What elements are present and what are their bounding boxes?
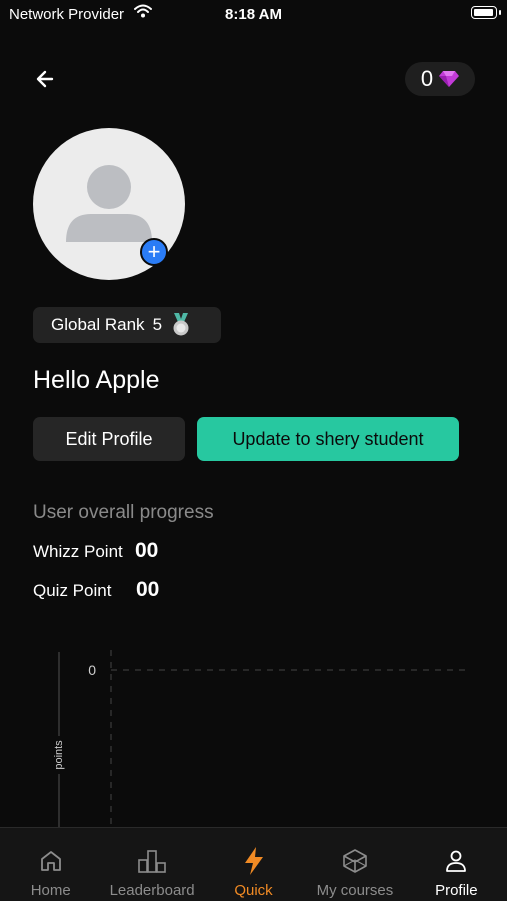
courses-icon bbox=[343, 849, 367, 873]
tab-profile-label: Profile bbox=[435, 882, 478, 899]
upgrade-button[interactable]: Update to shery student bbox=[197, 417, 459, 461]
tab-home-label: Home bbox=[30, 882, 71, 899]
tab-home[interactable]: Home bbox=[0, 828, 101, 901]
gem-count: 0 bbox=[420, 66, 434, 91]
leaderboard-icon bbox=[138, 850, 166, 873]
home-icon bbox=[40, 851, 61, 871]
battery-icon bbox=[471, 6, 501, 19]
progress-chart: 0 points bbox=[48, 650, 465, 828]
tab-my-courses-label: My courses bbox=[316, 882, 394, 899]
tab-leaderboard[interactable]: Leaderboard bbox=[101, 828, 202, 901]
plus-icon: + bbox=[147, 239, 161, 264]
quiz-point-value: 00 bbox=[136, 578, 160, 601]
tab-quick[interactable]: Quick bbox=[203, 828, 304, 901]
add-photo-button[interactable]: + bbox=[140, 238, 168, 266]
y-axis-label: points bbox=[53, 740, 65, 770]
profile-icon bbox=[446, 850, 467, 872]
tab-profile[interactable]: Profile bbox=[406, 828, 507, 901]
rank-value: 5 bbox=[152, 315, 163, 334]
arrow-left-icon bbox=[36, 70, 54, 88]
y-tick-label: 0 bbox=[88, 662, 96, 678]
lightning-icon bbox=[244, 847, 263, 875]
back-button[interactable] bbox=[32, 64, 60, 94]
whizz-point-value: 00 bbox=[135, 539, 159, 562]
medal-icon bbox=[173, 313, 189, 336]
gem-icon bbox=[439, 71, 460, 87]
tab-bar: Home Leaderboard Quick My courses Profil… bbox=[0, 827, 507, 901]
edit-profile-button[interactable]: Edit Profile bbox=[33, 417, 185, 461]
tab-my-courses[interactable]: My courses bbox=[304, 828, 405, 901]
status-time: 8:18 AM bbox=[225, 6, 282, 23]
whizz-point-label: Whizz Point bbox=[33, 542, 123, 561]
progress-title: User overall progress bbox=[33, 502, 214, 523]
quiz-point-label: Quiz Point bbox=[33, 581, 112, 600]
tab-quick-label: Quick bbox=[234, 882, 273, 899]
greeting: Hello Apple bbox=[33, 366, 160, 394]
gem-balance[interactable]: 0 bbox=[405, 62, 475, 96]
global-rank-badge: Global Rank 5 bbox=[33, 307, 221, 343]
tab-leaderboard-label: Leaderboard bbox=[109, 882, 195, 899]
status-bar: Network Provider 8:18 AM bbox=[0, 0, 507, 28]
rank-label: Global Rank bbox=[51, 315, 145, 334]
